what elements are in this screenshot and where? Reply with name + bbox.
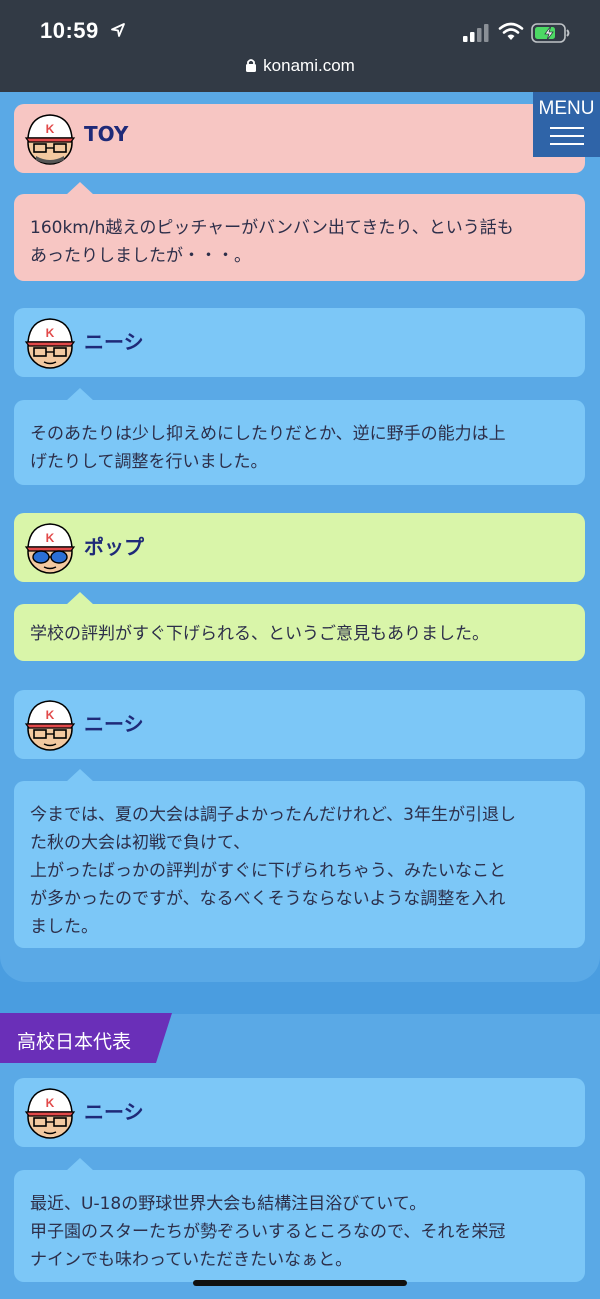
svg-text:K: K — [46, 122, 55, 136]
wifi-icon — [498, 22, 524, 40]
lock-icon — [246, 59, 257, 72]
speech-line: 上がったばっかの評判がすぐに下げられちゃう、みたいなこと — [30, 861, 506, 881]
speaker-header-nishi: K ニーシ — [14, 1078, 585, 1147]
speaker-header-toy: K TOY — [14, 104, 585, 173]
svg-text:K: K — [46, 326, 55, 340]
status-time: 10:59 — [40, 18, 99, 43]
svg-text:K: K — [46, 1096, 55, 1110]
speech-line: 最近、U-18の野球世界大会も結構注目浴びていて。 — [30, 1194, 427, 1214]
menu-label: MENU — [538, 98, 595, 119]
cellular-signal-icon — [463, 24, 489, 42]
speaker-header-pop: K ポップ — [14, 513, 585, 582]
speech-bubble: 今までは、夏の大会は調子よかったんだけれど、3年生が引退し た秋の大会は初戦で負… — [14, 769, 585, 948]
status-bar: 10:59 konami.com — [0, 0, 600, 92]
speech-bubble: 学校の評判がすぐ下げられる、というご意見もありました。 — [14, 592, 585, 661]
speech-line: 甲子園のスターたちが勢ぞろいするところなので、それを栄冠 — [30, 1222, 506, 1242]
battery-charging-icon — [531, 23, 570, 43]
speaker-name: ポップ — [84, 535, 144, 559]
speaker-name: ニーシ — [84, 330, 144, 354]
location-arrow-icon — [111, 23, 125, 37]
page-content: K TOY 160km/h越えのピッチャーがバンバン出てきたり、という話も あっ… — [0, 92, 600, 1299]
speech-line: 160km/h越えのピッチャーがバンバン出てきたり、という話も — [30, 218, 514, 238]
speech-line: げたりして調整を行いました。 — [30, 452, 268, 472]
section-heading: 高校日本代表 — [0, 1013, 172, 1063]
speech-line: た秋の大会は初戦で負けて、 — [30, 833, 251, 853]
section-title: 高校日本代表 — [17, 1031, 132, 1053]
url-text: konami.com — [263, 56, 355, 75]
speech-line: ました。 — [30, 917, 98, 937]
speech-line: あったりしましたが・・・。 — [30, 246, 251, 266]
svg-text:K: K — [46, 708, 55, 722]
speech-bubble: そのあたりは少し抑えめにしたりだとか、逆に野手の能力は上 げたりして調整を行いま… — [14, 388, 585, 485]
hamburger-icon — [550, 127, 584, 151]
speech-bubble: 最近、U-18の野球世界大会も結構注目浴びていて。 甲子園のスターたちが勢ぞろい… — [14, 1158, 585, 1282]
nishi-avatar-icon: K — [24, 318, 76, 369]
speech-line: が多かったのですが、なるべくそうならないような調整を入れ — [30, 889, 506, 909]
speaker-header-nishi: K ニーシ — [14, 308, 585, 377]
speech-line: ナインでも味わっていただきたいなぁと。 — [30, 1250, 353, 1270]
speech-line: 学校の評判がすぐ下げられる、というご意見もありました。 — [30, 624, 489, 644]
speech-line: 今までは、夏の大会は調子よかったんだけれど、3年生が引退し — [30, 805, 516, 825]
address-bar[interactable]: konami.com — [0, 56, 600, 76]
speaker-header-nishi: K ニーシ — [14, 690, 585, 759]
speaker-name: TOY — [84, 122, 129, 146]
speech-line: そのあたりは少し抑えめにしたりだとか、逆に野手の能力は上 — [30, 424, 506, 444]
svg-text:K: K — [46, 531, 55, 545]
home-indicator[interactable] — [193, 1280, 407, 1286]
toy-avatar-icon: K — [24, 114, 76, 165]
nishi-avatar-icon: K — [24, 1088, 76, 1139]
menu-button[interactable]: MENU — [533, 92, 600, 157]
pop-avatar-icon: K — [24, 523, 76, 574]
speaker-name: ニーシ — [84, 712, 144, 736]
speaker-name: ニーシ — [84, 1100, 144, 1124]
speech-bubble: 160km/h越えのピッチャーがバンバン出てきたり、という話も あったりしました… — [14, 182, 585, 281]
nishi-avatar-icon: K — [24, 700, 76, 751]
